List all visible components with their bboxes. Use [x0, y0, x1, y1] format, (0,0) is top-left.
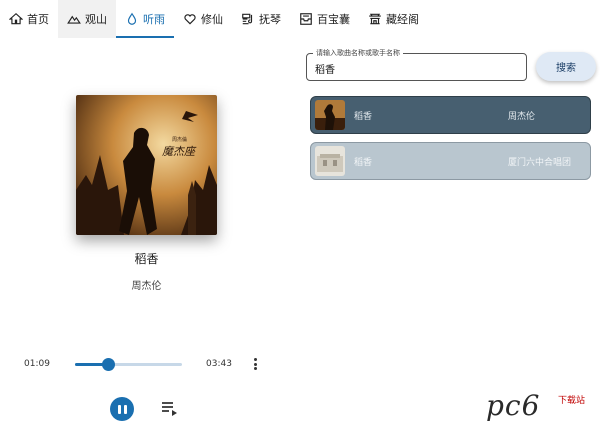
- tab-library[interactable]: 藏经阁: [359, 0, 428, 38]
- more-vert-icon[interactable]: [249, 356, 261, 372]
- temple-icon: [369, 13, 381, 25]
- tab-rain[interactable]: 听雨: [116, 0, 174, 38]
- search-input[interactable]: [315, 63, 515, 74]
- tab-treasure[interactable]: 百宝囊: [290, 0, 359, 38]
- heart-icon: [184, 14, 196, 25]
- tab-cultivate[interactable]: 修仙: [174, 0, 232, 38]
- current-time: 01:09: [24, 359, 50, 369]
- mountain-icon: [67, 15, 81, 24]
- top-nav-bar: 首页 观山 听雨 修仙 抚琴 百宝囊 藏经阁: [0, 0, 600, 38]
- album-cover: 周杰倫 魔杰座: [76, 95, 217, 235]
- home-icon: [9, 12, 23, 25]
- result-title: 稻香: [354, 111, 373, 122]
- result-thumbnail: [315, 146, 345, 176]
- cover-small-text: 周杰倫: [172, 136, 187, 143]
- progress-slider[interactable]: [75, 358, 182, 371]
- result-thumbnail: [315, 100, 345, 130]
- result-artist: 厦门六中合唱团: [508, 157, 572, 168]
- watermark-logo: pc6 下载站: [486, 389, 586, 422]
- inbox-icon: [300, 13, 312, 25]
- tab-label: 听雨: [143, 13, 165, 26]
- search-result-item[interactable]: 稻香 周杰伦: [310, 96, 591, 134]
- search-result-item[interactable]: 稻香 厦门六中合唱团: [310, 142, 591, 180]
- water-drop-icon: [127, 12, 137, 25]
- total-time: 03:43: [206, 359, 232, 369]
- tab-label: 首页: [27, 13, 49, 26]
- result-title: 稻香: [354, 157, 373, 168]
- tab-home[interactable]: 首页: [0, 0, 58, 38]
- pause-icon: [117, 404, 121, 414]
- playlist-button[interactable]: [161, 401, 179, 417]
- now-playing-artist: 周杰伦: [131, 281, 162, 292]
- progress-thumb[interactable]: [102, 358, 116, 371]
- tab-label: 抚琴: [259, 13, 281, 26]
- cover-title-text: 魔杰座: [162, 145, 197, 158]
- playlist-play-icon: [162, 402, 177, 416]
- result-artist: 周杰伦: [508, 111, 536, 122]
- tab-label: 藏经阁: [386, 13, 419, 26]
- music-note-icon: [242, 13, 253, 25]
- tab-mountain[interactable]: 观山: [58, 0, 116, 38]
- pause-button[interactable]: [110, 397, 134, 421]
- now-playing-title: 稻香: [134, 252, 159, 266]
- tab-label: 修仙: [201, 13, 223, 26]
- tab-guqin[interactable]: 抚琴: [232, 0, 290, 38]
- search-field-label: 请输入歌曲名称或歌手名称: [313, 48, 403, 58]
- search-button[interactable]: 搜索: [536, 52, 596, 81]
- tab-label: 百宝囊: [317, 13, 350, 26]
- search-field[interactable]: 请输入歌曲名称或歌手名称: [306, 48, 527, 81]
- tab-label: 观山: [85, 13, 107, 26]
